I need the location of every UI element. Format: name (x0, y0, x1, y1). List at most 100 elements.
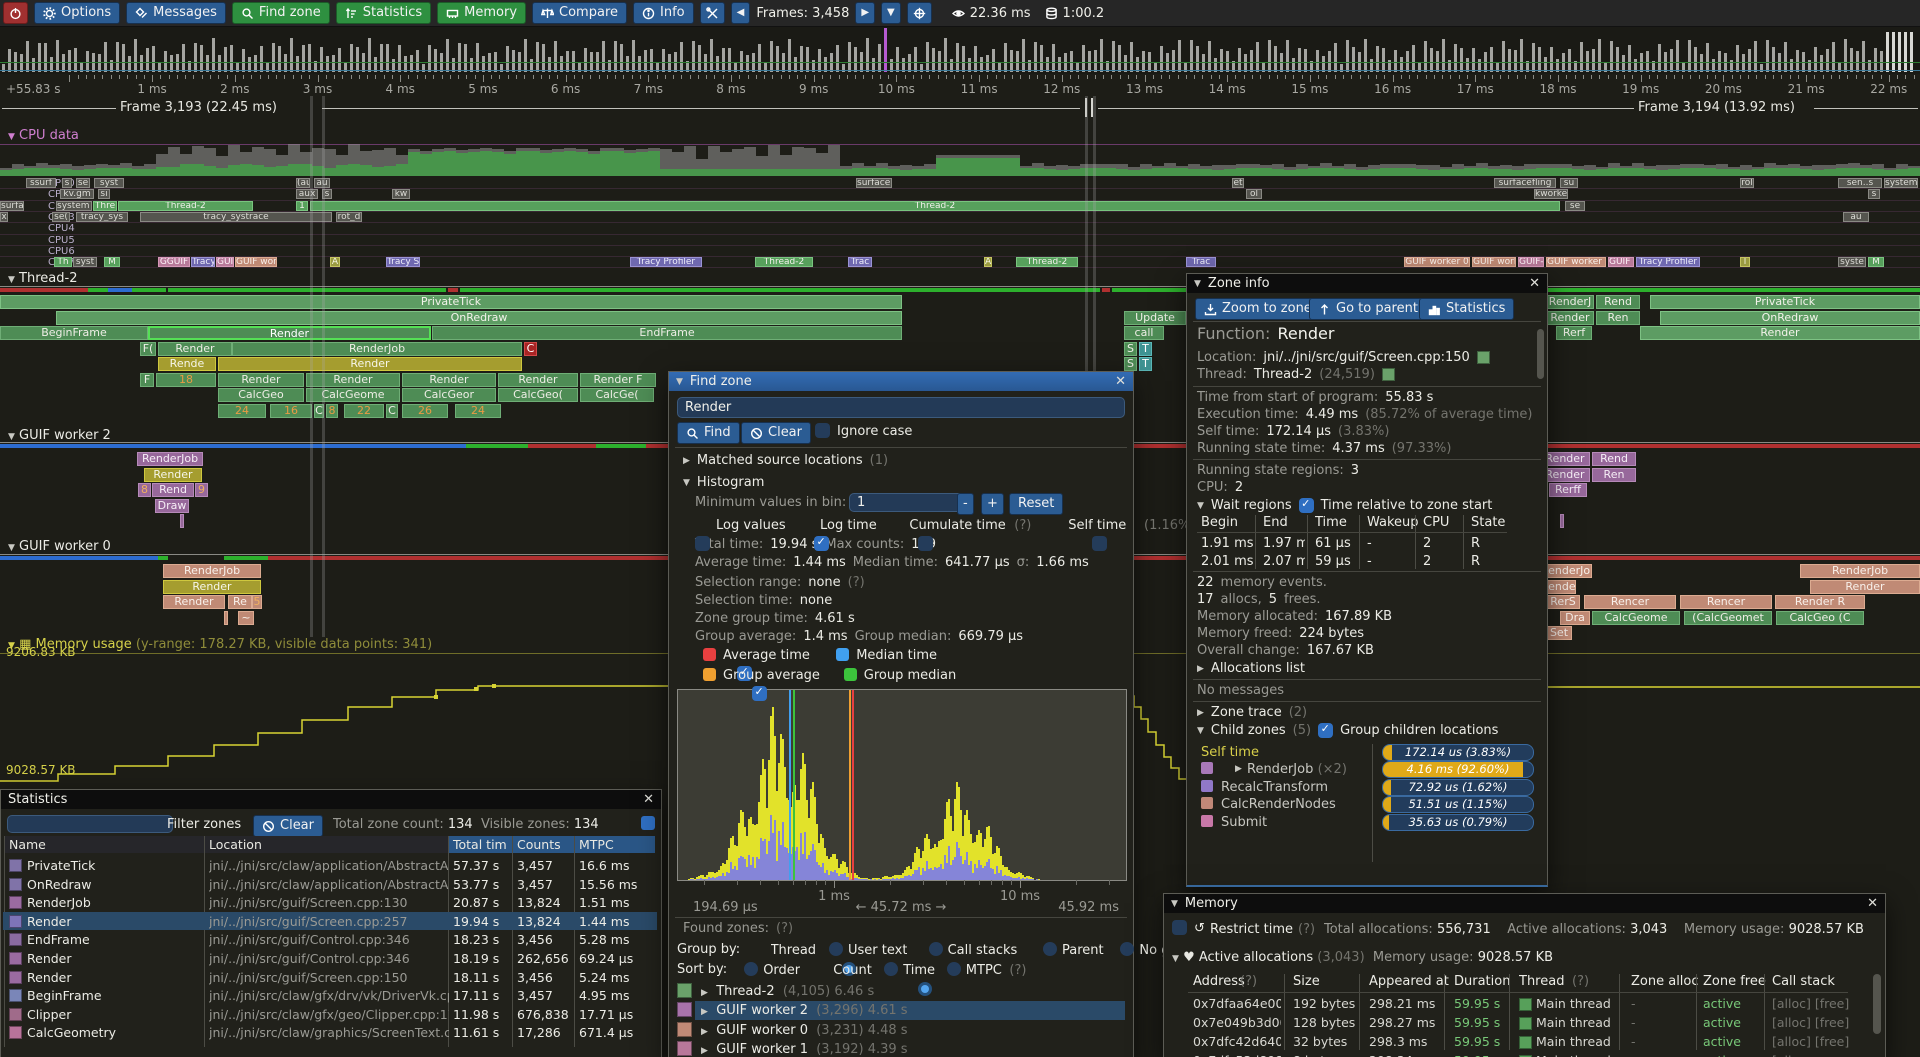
allocation-cell[interactable]: Main thread (1536, 1053, 1616, 1057)
stats-cell[interactable]: jni/../jni/src/claw/application/Abstract… (209, 858, 449, 873)
find-zone-histogram[interactable] (677, 689, 1127, 881)
stats-cell[interactable]: 3,457 (517, 858, 575, 873)
restrict-time-checkbox[interactable] (1172, 920, 1187, 935)
memory-column-header[interactable]: Call stack (1772, 974, 1835, 989)
wait-column-header[interactable]: Wakeup (1367, 515, 1419, 530)
allocation-cell[interactable]: [allo (1772, 1053, 1868, 1057)
zone-block[interactable]: Render (218, 373, 304, 387)
child-zone-name[interactable]: Submit (1221, 815, 1357, 830)
radio-time[interactable] (884, 962, 898, 976)
zone-block[interactable]: 24 (218, 404, 266, 418)
zone-block[interactable] (224, 611, 228, 625)
allocation-cell[interactable]: - (1631, 996, 1691, 1011)
allocation-cell[interactable]: active (1703, 1015, 1761, 1030)
active-allocations-header[interactable]: ▼ ♥ Active allocations (3,043) Memory us… (1172, 950, 1553, 965)
stats-column-header[interactable]: MTPC (575, 836, 655, 853)
allocation-cell[interactable]: [alloc] [free] (1772, 1034, 1868, 1049)
cpu-zone-block[interactable]: GUIF worker 0 (1404, 257, 1470, 267)
cpu-zone-block[interactable]: x (0, 212, 8, 222)
time-ruler[interactable]: +55.83 s 1 ms2 ms3 ms4 ms5 ms6 ms7 ms8 m… (0, 74, 1920, 95)
zone-block[interactable]: OnRedraw (56, 311, 902, 325)
cpu-zone-block[interactable]: tracy_systrace (140, 212, 332, 222)
memory-column-header[interactable]: Duration (1454, 974, 1510, 989)
zone-block[interactable]: Rencer (1680, 595, 1772, 609)
option-checkbox[interactable] (814, 536, 829, 551)
goto-frame-button[interactable] (907, 2, 932, 24)
stats-cell[interactable]: EndFrame (27, 932, 205, 947)
zone-block[interactable]: Render (306, 373, 400, 387)
zone-block[interactable]: Render (1810, 580, 1920, 594)
stats-cell[interactable]: jni/../jni/src/claw/gfx/geo/Clipper.cpp:… (209, 1007, 449, 1022)
stats-cell[interactable]: 17.11 s (453, 988, 513, 1003)
cpu-zone-block[interactable]: kworke (1534, 189, 1568, 199)
memory-column-header[interactable]: Address (1193, 974, 1245, 989)
memory-button[interactable]: Memory (437, 2, 526, 24)
allocation-cell[interactable]: active (1703, 1053, 1761, 1057)
cpu-zone-block[interactable]: surfacel (856, 178, 892, 188)
zone-block[interactable]: Render F (580, 373, 656, 387)
checkbox[interactable] (1299, 498, 1314, 513)
cpu-zone-block[interactable]: se( (52, 212, 70, 222)
memory-column-header[interactable]: Thread (1519, 974, 1564, 989)
option-checkbox[interactable] (918, 536, 933, 551)
stats-cell[interactable]: 69.24 µs (579, 951, 655, 966)
find-zone-search-input[interactable]: Render (677, 397, 1125, 418)
cpu-zone-block[interactable]: rol (1740, 178, 1754, 188)
stats-cell[interactable]: 20.87 s (453, 895, 513, 910)
min-bin-plus-button[interactable]: + (981, 493, 1004, 515)
zone-block[interactable]: call (1124, 326, 1164, 340)
find-zone-titlebar[interactable]: ▼ Find zone ✕ (669, 372, 1133, 391)
stats-cell[interactable]: 13,824 (517, 914, 575, 929)
stats-cell[interactable]: 16.6 ms (579, 858, 655, 873)
allocation-cell[interactable]: - (1631, 1053, 1691, 1057)
cpu-zone-block[interactable]: 1 (296, 201, 308, 211)
zone-block[interactable]: PrivateTick (0, 295, 902, 309)
zone-block[interactable]: C (524, 342, 537, 356)
stats-cell[interactable]: Clipper (27, 1007, 205, 1022)
child-zone-name[interactable]: Self time (1201, 745, 1357, 760)
radio-mtpc[interactable] (947, 962, 961, 976)
zone-block[interactable]: Render (163, 595, 225, 609)
zone-block[interactable]: (CalcGeomet (1684, 611, 1772, 625)
stats-cell[interactable]: jni/../jni/src/guif/Control.cpp:346 (209, 932, 449, 947)
memory-scrollbar[interactable] (1873, 974, 1881, 1034)
cpu-data-header[interactable]: ▼ CPU data (8, 128, 79, 143)
allocation-cell[interactable]: active (1703, 996, 1761, 1011)
allocation-cell[interactable]: 298.3 ms (1369, 1034, 1441, 1049)
stats-cell[interactable]: 17.71 µs (579, 1007, 655, 1022)
allocation-cell[interactable]: Main thread (1536, 996, 1616, 1011)
zone-block[interactable]: Render (1640, 326, 1920, 340)
cpu-zone-block[interactable]: Thread-2 (1016, 257, 1078, 267)
stats-cell[interactable]: 1.44 ms (579, 914, 655, 929)
cpu-zone-block[interactable]: GUI (216, 257, 234, 267)
found-zone-row[interactable]: ▶ GUIF worker 0 (3,231) 4.48 s (701, 1023, 1121, 1038)
zone-block[interactable]: Render (498, 373, 578, 387)
statistics-button[interactable]: Statistics (336, 2, 431, 24)
cpu-zone-block[interactable]: su (1560, 178, 1578, 188)
wait-column-header[interactable]: End (1263, 515, 1288, 530)
stats-cell[interactable]: 18.19 s (453, 951, 513, 966)
stats-cell[interactable]: 18.11 s (453, 970, 513, 985)
frame-label[interactable]: Frame 3,194 (13.92 ms) (1638, 100, 1795, 115)
cpu-zone-block[interactable]: et (1232, 178, 1244, 188)
memory-close-icon[interactable]: ✕ (1867, 896, 1878, 911)
stats-cell[interactable]: Render (27, 951, 205, 966)
zone-block[interactable]: RerS (1546, 595, 1580, 609)
stats-cell[interactable]: jni/../jni/src/guif/Control.cpp:346 (209, 951, 449, 966)
compare-button[interactable]: Compare (532, 2, 627, 24)
stats-cell[interactable]: jni/../jni/src/claw/application/Abstract… (209, 877, 449, 892)
zone-block[interactable]: Render (1546, 311, 1594, 325)
zone-block[interactable]: CalcGeo( (498, 388, 578, 402)
allocation-cell[interactable]: 128 bytes (1293, 1015, 1357, 1030)
allocation-cell[interactable]: active (1703, 1034, 1761, 1049)
zone-block[interactable]: OnRedraw (1660, 311, 1920, 325)
stats-cell[interactable]: jni/../jni/src/guif/Screen.cpp:150 (209, 970, 449, 985)
zone-block[interactable]: F (140, 373, 154, 387)
cpu-zone-block[interactable]: aux (296, 189, 318, 199)
thread-header[interactable]: ▼ GUIF worker 2 (8, 428, 111, 443)
zone-block[interactable]: RenderJob (137, 452, 203, 466)
wait-column-header[interactable]: State (1471, 515, 1505, 530)
allocation-cell[interactable]: Main thread (1536, 1015, 1616, 1030)
stats-cell[interactable]: jni/../jni/src/guif/Screen.cpp:257 (209, 914, 449, 929)
stats-cell[interactable]: 17,286 (517, 1025, 575, 1040)
